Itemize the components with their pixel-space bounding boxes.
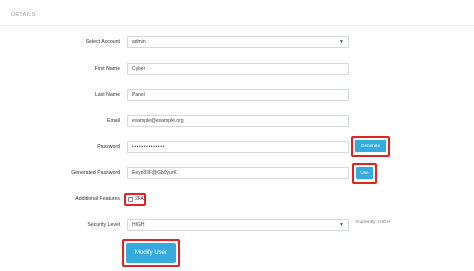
two-fa-label: 2FA <box>135 196 144 202</box>
password-input[interactable]: •••••••••••••• <box>127 141 349 153</box>
email-input[interactable]: example@example.org <box>127 115 349 127</box>
select-account-label: Select Account <box>85 39 120 45</box>
section-title: DETAILS <box>11 12 36 18</box>
select-account-dropdown[interactable]: admin ▼ <box>127 36 349 48</box>
last-name-label: Last Name <box>94 92 120 98</box>
section-divider <box>0 25 474 26</box>
generated-password-input[interactable]: Eeye83F@Gb0yurK <box>127 167 349 179</box>
select-account-value: admin <box>132 39 146 45</box>
use-button[interactable]: Use <box>356 167 373 179</box>
email-label: Email <box>107 118 120 124</box>
modify-user-button[interactable]: Modify User <box>126 243 176 263</box>
security-level-hint: Currently: HIGH <box>356 220 391 225</box>
user-details-form: DETAILS Select Account admin ▼ First Nam… <box>0 0 474 271</box>
chevron-down-icon: ▼ <box>339 222 344 228</box>
additional-features-label: Additional Features <box>75 196 120 202</box>
chevron-down-icon: ▼ <box>339 39 344 45</box>
security-level-label: Security Level <box>87 222 120 228</box>
generated-password-label: Generated Password <box>71 170 120 176</box>
security-level-value: HIGH <box>132 222 145 228</box>
password-label: Password <box>97 144 120 150</box>
generate-button[interactable]: Generate <box>355 140 386 152</box>
two-fa-checkbox[interactable] <box>128 197 133 202</box>
first-name-input[interactable]: Cyber <box>127 63 349 75</box>
security-level-dropdown[interactable]: HIGH ▼ <box>127 219 349 231</box>
last-name-input[interactable]: Panel <box>127 89 349 101</box>
first-name-label: First Name <box>94 66 120 72</box>
